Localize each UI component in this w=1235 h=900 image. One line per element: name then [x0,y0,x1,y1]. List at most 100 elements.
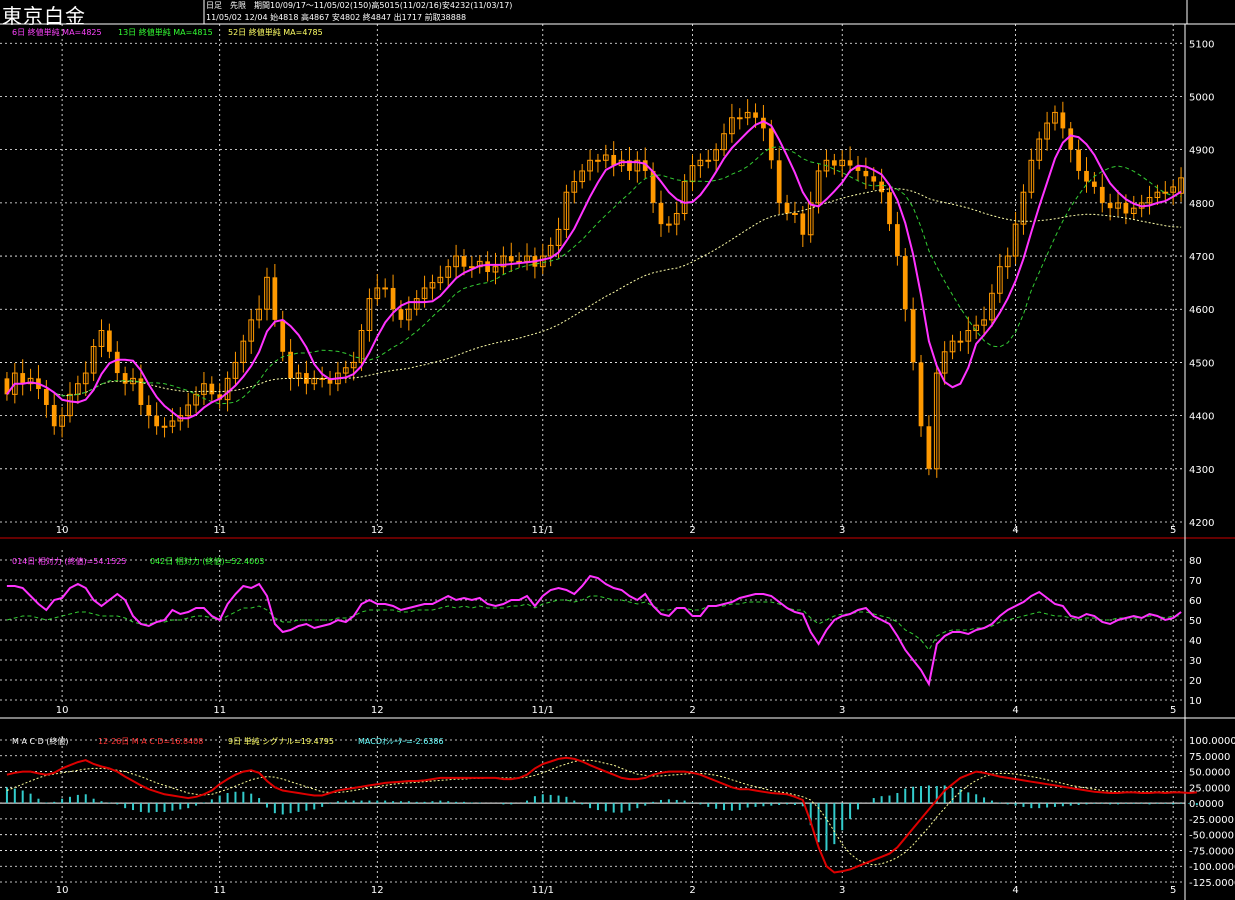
x-tick-label: 4 [1012,705,1018,716]
x-tick-label: 4 [1012,525,1018,536]
price-y-tick-label: 4300 [1189,465,1214,476]
candle-body-down [753,112,758,118]
candle-body-down [461,256,467,267]
candle-body-down [847,160,853,166]
price-y-tick-label: 4400 [1189,412,1214,423]
macd-y-tick-label: -100.0000 [1189,862,1235,873]
x-tick-label: 10 [56,705,69,716]
candle-body-up [792,212,798,215]
price-y-tick-label: 4200 [1189,518,1214,529]
ma52-line [6,188,1182,397]
macd-signal-line [6,759,1182,866]
x-tick-label: 4 [1012,885,1018,896]
candle-body-down [154,415,160,427]
x-tick-label: 2 [689,525,695,536]
rsi-y-tick-label: 40 [1189,636,1202,647]
chart-canvas: 4200430044004500460047004800490050005100… [0,0,1235,900]
price-y-tick-label: 4800 [1189,199,1214,210]
candle-body-down [768,128,774,161]
rsi-y-tick-label: 70 [1189,576,1202,587]
candle-body-down [1060,112,1066,129]
x-tick-label: 5 [1170,705,1176,716]
macd-y-tick-label: -125.0000 [1189,878,1235,889]
candle-body-down [887,192,892,225]
macd-line [6,756,1197,874]
candle-body-down [926,426,932,469]
candle-body-down [895,224,900,257]
candle-body-down [800,213,806,235]
candle-body-down [1092,181,1097,187]
candle-body-down [910,309,916,363]
x-tick-label: 12 [371,705,384,716]
rsi-y-tick-label: 20 [1189,676,1202,687]
macd-y-tick-label: 0.0000 [1189,799,1224,810]
candle-body-down [658,202,664,225]
candle-body-down [863,170,869,177]
x-tick-label: 12 [371,885,384,896]
macd-y-tick-label: 50.0000 [1189,768,1230,779]
candle-body-up [736,117,743,120]
candle-body-down [51,404,57,427]
candle-body-up [665,223,672,226]
x-tick-label: 11 [213,705,226,716]
x-tick-label: 11 [213,525,226,536]
candle-body-down [43,389,49,405]
candle-body-up [382,287,389,290]
candle-body-up [595,159,601,162]
price-y-tick-label: 4600 [1189,305,1214,316]
macd-y-tick-label: -50.0000 [1189,831,1234,842]
price-y-tick-label: 5100 [1189,39,1214,50]
rsi14-line [6,574,1182,687]
candle-body-down [1084,170,1089,182]
x-tick-label: 10 [56,885,69,896]
candle-body-down [1068,128,1074,150]
candle-body-down [280,319,286,352]
candle-body-down [209,383,215,395]
candle-body-down [398,309,404,320]
candle-body-up [705,159,712,162]
x-tick-label: 11/1 [532,525,554,536]
ma13-line [6,146,1182,405]
candle-body-down [122,373,128,384]
candle-body-down [1076,149,1081,171]
candle-body-down [1107,202,1113,209]
candle-body-down [1099,186,1105,203]
candle-body-up [161,425,168,428]
candle-body-down [902,256,908,310]
candle-body-down [508,256,514,262]
x-tick-label: 2 [689,885,695,896]
x-tick-label: 5 [1170,525,1176,536]
candle-body-down [831,160,837,166]
candle-body-down [272,277,278,320]
x-tick-label: 11 [213,885,226,896]
price-y-tick-label: 4700 [1189,252,1214,263]
candle-body-down [20,373,26,384]
candle-body-down [107,330,112,352]
candle-body-down [146,404,152,416]
candle-body-down [390,287,396,310]
x-tick-label: 2 [689,705,695,716]
rsi-y-tick-label: 50 [1189,616,1202,627]
price-y-tick-label: 4900 [1189,146,1214,157]
x-tick-label: 11/1 [532,885,554,896]
candle-body-down [1123,202,1129,214]
macd-y-tick-label: 100.0000 [1189,736,1235,747]
ma6-line [6,120,1182,420]
x-tick-label: 11/1 [532,705,554,716]
price-y-tick-label: 5000 [1189,92,1214,103]
x-tick-label: 3 [839,525,845,536]
candle-body-down [485,261,490,272]
x-tick-label: 3 [839,705,845,716]
x-tick-label: 5 [1170,885,1176,896]
candle-body-down [918,362,924,427]
candle-body-down [776,160,782,203]
x-tick-label: 3 [839,885,845,896]
rsi-y-tick-label: 80 [1189,556,1202,567]
candle-body-down [871,176,877,182]
candle-body-down [879,181,884,193]
macd-y-tick-label: -75.0000 [1189,846,1234,857]
x-tick-label: 12 [371,525,384,536]
rsi-y-tick-label: 30 [1189,656,1202,667]
macd-y-tick-label: -25.0000 [1189,815,1234,826]
x-tick-label: 10 [56,525,69,536]
